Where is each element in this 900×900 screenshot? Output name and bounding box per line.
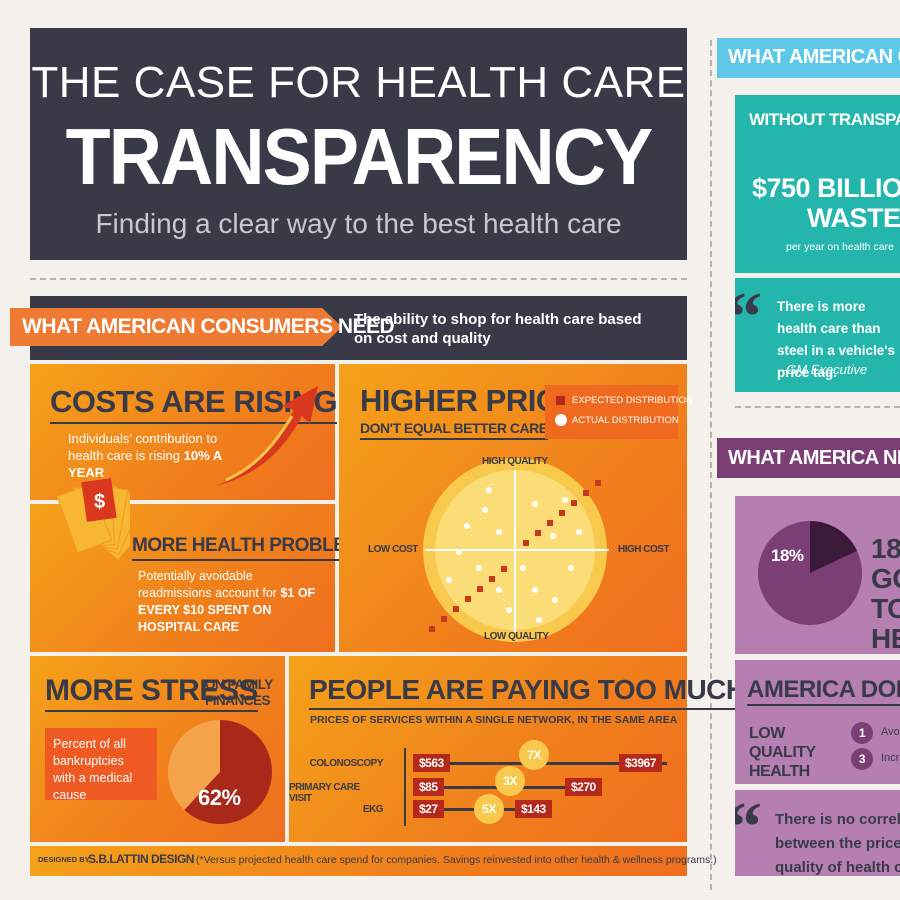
teal-title: WITHOUT TRANSPARENCY, WE SPEND TOO MUCH …: [749, 110, 900, 129]
gdp-pie-chart: [758, 521, 862, 625]
header-panel: THE CASE FOR HEALTH CARE TRANSPARENCY Fi…: [30, 28, 687, 260]
row-low-price: $563: [413, 754, 450, 772]
purple-panel-2: AMERICA DOESN'T LOW QUALITY HEALTH CARE …: [735, 660, 900, 784]
header-line2: TRANSPARENCY: [65, 112, 654, 201]
footer-designed-by: DESIGNED BY: [38, 855, 90, 864]
right-banner-1-label: WHAT AMERICAN CONSUMERS NEED: [728, 46, 900, 68]
axis-high-cost: HIGH COST: [618, 544, 670, 555]
row-high-price: $270: [565, 778, 602, 796]
paying-subtitle: PRICES OF SERVICES WITHIN A SINGLE NETWO…: [310, 714, 678, 726]
consumers-banner-label: WHAT AMERICAN CONSUMERS NEED: [22, 315, 395, 338]
item3-text: Increasing: [881, 752, 900, 764]
low-quality-label: LOW QUALITY HEALTH CARE IS: [749, 725, 816, 784]
consumers-desc: The ability to shop for health care base…: [354, 311, 642, 347]
row-label: EKG: [362, 804, 384, 815]
stress-pie-chart: [168, 720, 272, 824]
column-divider: [710, 40, 712, 890]
footer-brand: S.B.LATTIN DESIGN: [88, 852, 194, 866]
paying-title: PEOPLE ARE PAYING TOO MUCH: [309, 674, 746, 710]
row-high-price: $143: [515, 800, 552, 818]
row-multiplier: 7X: [519, 740, 549, 770]
stress-title-small: ON FAMILY FINANCES: [205, 677, 273, 708]
teal-quote-panel: “ There is more health care than steel i…: [735, 278, 900, 392]
problems-title: MORE HEALTH PROBLEMS: [132, 535, 373, 561]
item1-text: Avoidable: [881, 726, 900, 738]
paying-row-ekg: EKG $27 $143 5X: [289, 794, 687, 824]
paying-row-colonoscopy: COLONOSCOPY $563 $3967 7X: [289, 740, 687, 774]
problems-text: Potentially avoidable readmissions accou…: [138, 568, 318, 636]
purple-quote-panel: “ There is no correlation between the pr…: [735, 790, 900, 876]
doesnt-title: AMERICA DOESN'T: [747, 676, 900, 706]
teal-big1: $750 BILLION: [752, 173, 900, 203]
prices-subtitle: DON'T EQUAL BETTER CARE: [360, 420, 548, 440]
axis-low-quality: LOW QUALITY: [484, 631, 549, 642]
axis-high-quality: HIGH QUALITY: [482, 456, 548, 467]
footer-note: (*Versus projected health care spend for…: [196, 854, 717, 866]
svg-text:$: $: [94, 491, 105, 513]
divider: [30, 278, 687, 280]
legend-actual-label: ACTUAL DISTRIBUTION: [572, 415, 679, 426]
right-banner-2-label: WHAT AMERICA NEEDS: [728, 447, 900, 469]
quote-icon: “: [735, 278, 762, 358]
problems-text-body: Potentially avoidable readmissions accou…: [138, 569, 277, 600]
legend-expected-label: EXPECTED DISTRIBUTION: [572, 395, 693, 406]
stress-text: Percent of all bankruptcies with a medic…: [45, 728, 157, 802]
dollar-bills-icon: $: [56, 478, 130, 561]
axis-low-cost: LOW COST: [368, 544, 418, 555]
teal-panel: WITHOUT TRANSPARENCY, WE SPEND TOO MUCH …: [735, 95, 900, 273]
stress-percent: 62%: [198, 785, 241, 810]
teal-big2: WASTED: [807, 203, 900, 233]
row-multiplier: 5X: [474, 794, 504, 824]
quote2-icon: “: [735, 790, 762, 868]
purple-quote: There is no correlation between the pric…: [775, 811, 900, 876]
row-label: COLONOSCOPY: [309, 758, 384, 769]
row-low-price: $27: [413, 800, 444, 818]
prices-legend: [545, 385, 678, 439]
header-subtitle: Finding a clear way to the best health c…: [95, 208, 622, 239]
teal-per-year: per year on health care: [786, 241, 894, 253]
row-low-price: $85: [413, 778, 444, 796]
item3-badge: 3: [851, 748, 873, 770]
header-line1: THE CASE FOR HEALTH CARE: [31, 58, 686, 107]
legend-expected-swatch: [556, 396, 565, 405]
gdp-pie-text: 18% GOES TO HEALTH CARE: [871, 533, 900, 655]
legend-actual-swatch: [555, 414, 567, 426]
rising-arrow-icon: [216, 386, 318, 486]
purple-panel-1: 18% 18% GOES TO HEALTH CARE: [735, 496, 900, 654]
gdp-pie-label: 18%: [771, 546, 804, 565]
right-divider: [735, 406, 900, 408]
teal-quote-source: –GM Executive: [779, 362, 868, 377]
row-high-price: $3967: [619, 754, 662, 772]
item1-badge: 1: [851, 722, 873, 744]
row-multiplier: 3X: [495, 766, 525, 796]
